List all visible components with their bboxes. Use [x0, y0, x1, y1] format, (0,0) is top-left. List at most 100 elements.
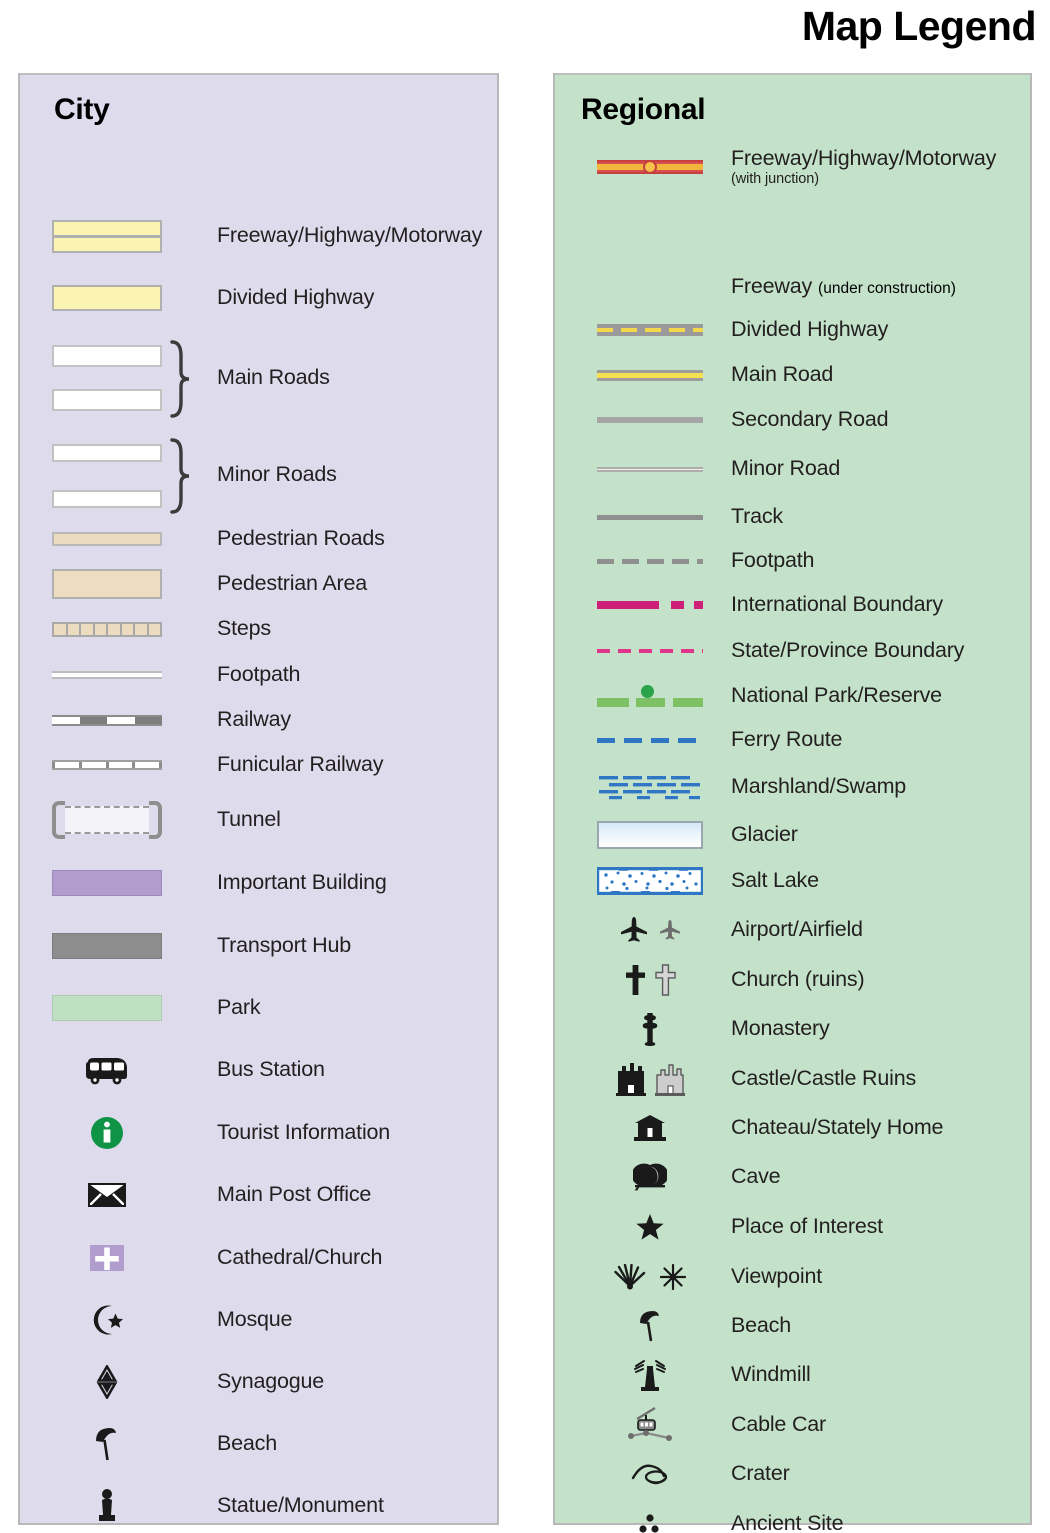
beach-umbrella-icon — [597, 1309, 703, 1343]
star-icon — [597, 1213, 703, 1241]
cave-icon — [597, 1163, 703, 1191]
legend-label: Cave — [731, 1164, 781, 1189]
envelope-icon — [52, 1182, 162, 1208]
church-cross-tile-icon — [52, 1244, 162, 1272]
regional-panel-heading: Regional — [581, 93, 706, 126]
regional-marshland-pattern — [597, 774, 703, 800]
legend-label: Steps — [217, 616, 271, 641]
legend-label: Main Roads — [217, 365, 330, 390]
viewpoint-star-icon — [660, 1264, 686, 1290]
regional-glacier-block — [597, 821, 703, 849]
city-funicular-ticked-line — [52, 760, 162, 770]
legend-label: Funicular Railway — [217, 752, 384, 777]
legend-label: Footpath — [217, 662, 301, 687]
legend-label: Footpath — [731, 548, 815, 573]
legend-label: Church (ruins) — [731, 967, 865, 992]
legend-label: Tunnel — [217, 807, 281, 832]
ancient-site-dots-icon — [597, 1512, 703, 1533]
city-minor-roads-brace — [170, 438, 190, 514]
regional-state-boundary-line — [597, 649, 703, 653]
crater-icon — [597, 1462, 703, 1486]
legend-label: Ferry Route — [731, 727, 843, 752]
regional-main-road-line — [597, 369, 703, 381]
monastery-cross-icon — [597, 1012, 703, 1046]
regional-legend-panel: Regional Freeway/Highway/Motorway (with … — [553, 73, 1032, 1533]
airplane-icon — [620, 917, 647, 942]
regional-freeway-under-construction-line — [597, 280, 703, 294]
legend-label: Place of Interest — [731, 1214, 883, 1239]
legend-label: Castle/Castle Ruins — [731, 1066, 916, 1091]
legend-label: Salt Lake — [731, 868, 819, 893]
legend-label: International Boundary — [731, 592, 943, 617]
legend-label: Cable Car — [731, 1412, 826, 1437]
legend-label: Synagogue — [217, 1369, 324, 1394]
airplane-pair-icon — [597, 916, 703, 944]
legend-label: Main Post Office — [217, 1182, 372, 1207]
legend-label: Railway — [217, 707, 291, 732]
information-icon — [52, 1116, 162, 1150]
legend-label: Viewpoint — [731, 1264, 823, 1289]
legend-label: Tourist Information — [217, 1120, 391, 1145]
city-railway-dashed-line — [52, 714, 162, 726]
city-panel-heading: City — [54, 93, 110, 126]
regional-ferry-route-line — [597, 737, 703, 743]
viewpoint-pair-icon — [597, 1264, 703, 1290]
city-divided-highway-band — [52, 285, 162, 311]
castle-icon — [615, 1063, 646, 1096]
city-minor-road-band-lower — [52, 490, 162, 508]
star-of-david-icon — [52, 1365, 162, 1399]
legend-label: Pedestrian Area — [217, 571, 367, 596]
legend-label: Chateau/Stately Home — [731, 1115, 944, 1140]
legend-label: Track — [731, 504, 783, 529]
city-pedestrian-area-block — [52, 569, 162, 599]
regional-track-line — [597, 514, 703, 520]
legend-label: Crater — [731, 1461, 790, 1486]
legend-label: Airport/Airfield — [731, 917, 863, 942]
church-ruins-cross-icon — [654, 964, 676, 996]
page-title: Map Legend — [801, 3, 1037, 49]
city-park-block — [52, 995, 162, 1021]
legend-label: Secondary Road — [731, 407, 889, 432]
legend-label: Freeway/Highway/Motorway — [217, 223, 483, 248]
castle-ruins-icon — [654, 1064, 685, 1096]
viewpoint-fan-icon — [614, 1264, 646, 1290]
city-main-roads-brace — [170, 340, 190, 418]
city-freeway-band — [52, 219, 162, 253]
legend-label: Freeway — [731, 274, 813, 299]
legend-label: Freeway/Highway/Motorway — [731, 146, 997, 171]
airfield-icon — [659, 920, 680, 940]
legend-sublabel: (with junction) — [731, 170, 819, 187]
regional-divided-highway-line — [597, 324, 703, 336]
legend-label: Bus Station — [217, 1057, 325, 1082]
regional-salt-lake-block — [597, 867, 703, 895]
statue-icon — [52, 1488, 162, 1524]
map-legend-page: Map Legend City Freeway/Highway/Motorway… — [0, 0, 1050, 1533]
city-transport-hub-block — [52, 933, 162, 959]
cable-car-icon — [597, 1406, 703, 1444]
city-pedestrian-road-band — [52, 532, 162, 546]
regional-secondary-road-line — [597, 417, 703, 423]
regional-international-boundary-line — [597, 601, 703, 609]
legend-label: Minor Roads — [217, 462, 337, 487]
legend-label: Cathedral/Church — [217, 1245, 383, 1270]
beach-umbrella-icon — [52, 1426, 162, 1462]
cross-pair-icon — [597, 964, 703, 996]
legend-label: Beach — [731, 1313, 791, 1338]
regional-national-park-line — [597, 685, 703, 707]
legend-label: Mosque — [217, 1307, 293, 1332]
regional-minor-road-line — [597, 466, 703, 472]
legend-label: Windmill — [731, 1362, 811, 1387]
city-main-road-band-upper — [52, 345, 162, 367]
crescent-star-icon — [52, 1304, 162, 1336]
legend-label: Minor Road — [731, 456, 841, 481]
chateau-icon — [597, 1114, 703, 1142]
legend-sublabel: (under construction) — [818, 280, 956, 298]
city-tunnel-bracketed-dashes — [52, 801, 162, 839]
city-steps-hatched-band — [52, 621, 162, 637]
legend-label: Statue/Monument — [217, 1493, 384, 1518]
city-important-building-block — [52, 870, 162, 896]
legend-label: National Park/Reserve — [731, 683, 942, 708]
legend-label: Glacier — [731, 822, 798, 847]
legend-label: Pedestrian Roads — [217, 526, 385, 551]
legend-label: Divided Highway — [731, 317, 889, 342]
